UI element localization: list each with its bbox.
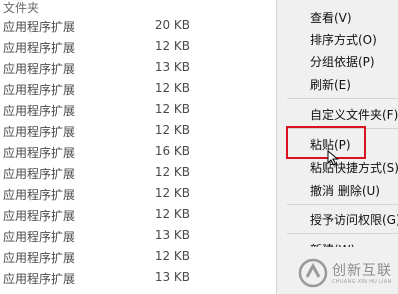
menu-separator: [287, 98, 398, 99]
menu-item-give-access[interactable]: 授予访问权限(G): [310, 211, 398, 228]
menu-item-undo-delete[interactable]: 撤消 删除(U): [310, 182, 380, 199]
file-size: 12 KB: [154, 123, 190, 137]
menu-item-refresh[interactable]: 刷新(E): [310, 76, 351, 93]
file-row[interactable]: 应用程序扩展 16 KB: [0, 141, 276, 162]
file-size: 12 KB: [154, 186, 190, 200]
menu-item-customize-folder[interactable]: 自定义文件夹(F)...: [310, 106, 398, 123]
file-row[interactable]: 应用程序扩展 12 KB: [0, 204, 276, 225]
file-name: 应用程序扩展: [3, 104, 76, 118]
file-size: 13 KB: [154, 60, 190, 74]
file-name: 应用程序扩展: [3, 272, 76, 286]
file-row[interactable]: 应用程序扩展 13 KB: [0, 57, 276, 78]
file-row[interactable]: 应用程序扩展 12 KB: [0, 36, 276, 57]
paste-highlight-box: [286, 126, 366, 159]
header-label: 文件夹: [3, 1, 40, 15]
file-name: 应用程序扩展: [3, 20, 76, 34]
file-row[interactable]: 应用程序扩展 12 KB: [0, 78, 276, 99]
file-row[interactable]: 应用程序扩展 13 KB: [0, 225, 276, 246]
file-name: 应用程序扩展: [3, 167, 76, 181]
file-row[interactable]: 应用程序扩展 12 KB: [0, 162, 276, 183]
menu-separator: [287, 233, 398, 234]
watermark: 创新互联 CHUANG XIN HU LIAN: [298, 258, 398, 290]
file-name: 应用程序扩展: [3, 41, 76, 55]
file-size: 12 KB: [154, 249, 190, 263]
file-row[interactable]: 应用程序扩展 13 KB: [0, 267, 276, 288]
menu-item-group-by[interactable]: 分组依据(P): [310, 53, 375, 70]
menu-item-view[interactable]: 查看(V): [310, 9, 352, 26]
menu-item-sort-by[interactable]: 排序方式(O): [310, 31, 377, 48]
file-name: 应用程序扩展: [3, 251, 76, 265]
file-name: 应用程序扩展: [3, 209, 76, 223]
file-size: 20 KB: [154, 18, 190, 32]
file-name: 应用程序扩展: [3, 62, 76, 76]
file-size: 12 KB: [154, 102, 190, 116]
watermark-brand: 创新互联: [332, 263, 392, 279]
file-size: 12 KB: [154, 81, 190, 95]
file-row[interactable]: 应用程序扩展 12 KB: [0, 246, 276, 267]
file-size: 12 KB: [154, 165, 190, 179]
file-size: 12 KB: [154, 207, 190, 221]
file-row[interactable]: 应用程序扩展 20 KB: [0, 15, 276, 36]
file-row[interactable]: 应用程序扩展 12 KB: [0, 99, 276, 120]
file-row[interactable]: 应用程序扩展 12 KB: [0, 183, 276, 204]
file-name: 应用程序扩展: [3, 230, 76, 244]
file-name: 应用程序扩展: [3, 125, 76, 139]
file-name: 应用程序扩展: [3, 146, 76, 160]
file-size: 13 KB: [154, 228, 190, 242]
file-row[interactable]: 应用程序扩展 12 KB: [0, 120, 276, 141]
file-size: 13 KB: [154, 270, 190, 284]
file-name: 应用程序扩展: [3, 188, 76, 202]
file-list: 文件夹 应用程序扩展 20 KB 应用程序扩展 12 KB 应用程序扩展 13 KB …: [0, 0, 276, 292]
file-size: 12 KB: [154, 39, 190, 53]
menu-item-new[interactable]: 新建(W): [310, 241, 355, 247]
file-name: 应用程序扩展: [3, 83, 76, 97]
brand-logo-icon: [298, 258, 328, 288]
watermark-subtitle: CHUANG XIN HU LIAN: [332, 279, 392, 285]
file-size: 16 KB: [154, 144, 190, 158]
menu-separator: [287, 204, 398, 205]
menu-item-paste-shortcut[interactable]: 粘贴快捷方式(S): [310, 159, 398, 176]
arrow-cursor-icon: [327, 150, 339, 166]
